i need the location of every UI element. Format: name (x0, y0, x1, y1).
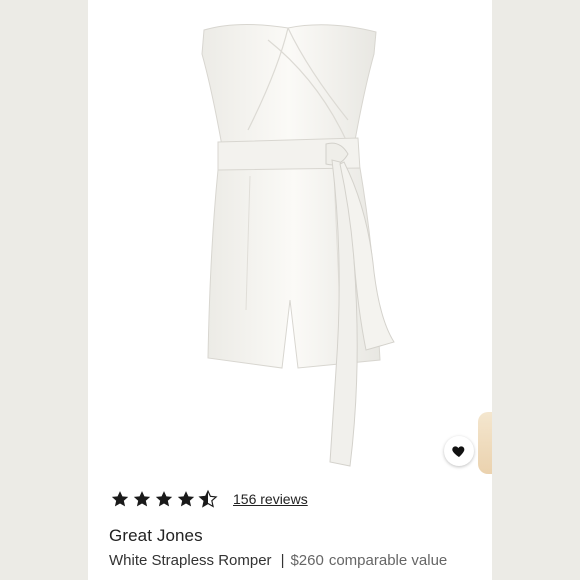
heart-icon (452, 446, 465, 457)
rating-row: 156 reviews (110, 484, 490, 514)
reviews-link[interactable]: 156 reviews (233, 491, 308, 507)
favorite-button[interactable] (444, 436, 474, 466)
star-icon (155, 491, 173, 507)
star-rating (110, 489, 218, 509)
next-photo-band[interactable] (492, 0, 580, 580)
price-suffix: comparable value (328, 552, 448, 569)
star-icon (177, 491, 195, 507)
product-photo[interactable] (118, 10, 464, 472)
separator: | (280, 552, 285, 569)
previous-photo-band (0, 0, 88, 580)
product-title: White Strapless Romper (109, 552, 272, 569)
star-icon (111, 491, 129, 507)
star-icon (198, 489, 218, 508)
price: $260 (290, 552, 324, 569)
product-line: White Strapless Romper | $260 comparable… (109, 552, 447, 569)
brand-name[interactable]: Great Jones (109, 526, 203, 546)
star-icon (133, 491, 151, 507)
next-photo-preview[interactable] (478, 412, 492, 474)
